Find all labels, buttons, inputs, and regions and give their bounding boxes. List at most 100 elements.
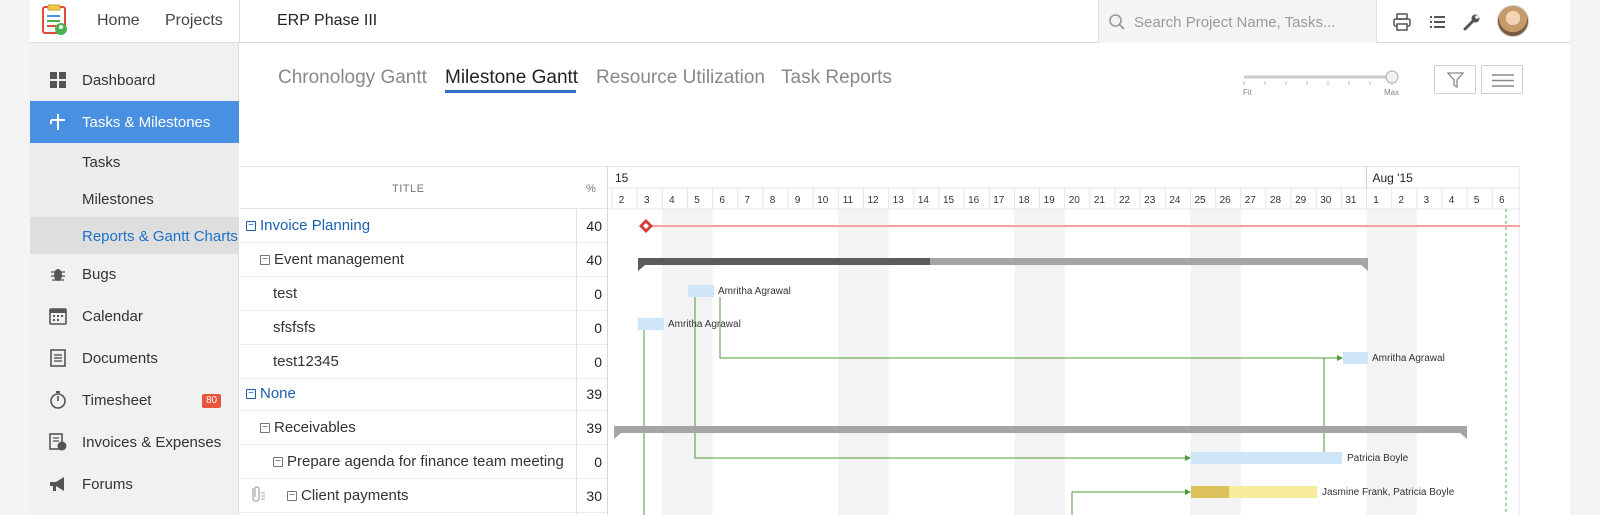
weekend-band	[1014, 209, 1065, 515]
task-progress-bar	[1191, 486, 1229, 498]
day-tick-label: 7	[745, 195, 751, 206]
sidebar-item-bugs[interactable]: Bugs	[30, 253, 239, 295]
row-percent: 0	[594, 286, 602, 302]
grid-row-tasklist[interactable]: − Event management 40	[240, 243, 608, 277]
sidebar-subitem-milestones[interactable]: Milestones	[30, 180, 239, 217]
sidebar-subitem-tasks[interactable]: Tasks	[30, 143, 239, 180]
sidebar-subitem-label: Milestones	[82, 191, 154, 208]
filter-button[interactable]	[1434, 65, 1476, 94]
nav-divider	[239, 0, 240, 43]
row-title[interactable]: test	[273, 285, 297, 302]
search-icon	[1109, 14, 1125, 30]
row-percent: 30	[586, 488, 602, 504]
search-box[interactable]: Search Project Name, Tasks...	[1098, 0, 1377, 43]
grid-row-milestone[interactable]: − Invoice Planning 40	[240, 209, 608, 243]
sidebar-item-dashboard[interactable]: Dashboard	[30, 59, 239, 101]
grid-title-header[interactable]: TITLE	[392, 183, 424, 195]
day-tick-label: 30	[1320, 195, 1332, 206]
row-title[interactable]: None	[260, 385, 296, 402]
grid-row-task[interactable]: sfsfsfs 0	[240, 311, 608, 345]
day-tick-label: 20	[1069, 195, 1081, 206]
day-tick-label: 6	[719, 195, 725, 206]
day-tick-label: 11	[843, 195, 854, 206]
tab-resource-utilization[interactable]: Resource Utilization	[596, 67, 765, 89]
collapse-toggle-icon[interactable]: −	[260, 255, 270, 265]
row-title[interactable]: Prepare agenda for finance team meeting	[287, 453, 564, 470]
wrench-icon[interactable]	[1462, 12, 1482, 32]
zoom-slider-handle	[1385, 70, 1399, 84]
grid-row-task[interactable]: − Client payments 30	[240, 479, 608, 513]
day-tick-label: 12	[868, 195, 880, 206]
grid-header: TITLE %	[240, 166, 608, 209]
search-input[interactable]: Search Project Name, Tasks...	[1134, 14, 1335, 31]
day-tick-label: 13	[893, 195, 905, 206]
task-grid: TITLE % − Invoice Planning 40 − Event ma…	[240, 166, 608, 515]
project-title[interactable]: ERP Phase III	[277, 12, 377, 30]
invoice-icon	[49, 433, 67, 451]
day-tick-label: 17	[993, 195, 1005, 206]
assignee-label: Amritha Agrawal	[718, 286, 791, 297]
hamburger-icon	[1492, 74, 1514, 87]
bug-icon	[51, 269, 65, 281]
month-label: 15	[615, 171, 629, 185]
grid-row-task[interactable]: test12345 0	[240, 345, 608, 379]
calendar-icon	[49, 308, 67, 325]
sidebar-item-forums[interactable]: Forums	[30, 463, 239, 505]
menu-button[interactable]	[1481, 65, 1523, 94]
nav-home-link[interactable]: Home	[97, 12, 140, 30]
zoom-slider[interactable]: Fit Max	[1242, 66, 1405, 96]
collapse-toggle-icon[interactable]: −	[246, 221, 256, 231]
tab-milestone-gantt[interactable]: Milestone Gantt	[445, 67, 578, 89]
print-icon[interactable]	[1392, 12, 1412, 32]
day-tick-label: 3	[644, 195, 650, 206]
megaphone-icon	[50, 477, 64, 491]
weekend-band	[1190, 209, 1241, 515]
collapse-toggle-icon[interactable]: −	[273, 457, 283, 467]
row-percent: 0	[594, 454, 602, 470]
row-title[interactable]: Receivables	[274, 419, 356, 436]
day-tick-label: 29	[1295, 195, 1307, 206]
list-icon[interactable]	[1428, 12, 1448, 32]
month-label: Aug '15	[1373, 171, 1414, 185]
sidebar-item-calendar[interactable]: Calendar	[30, 295, 239, 337]
row-title[interactable]: Invoice Planning	[260, 217, 370, 234]
dependency-line	[694, 297, 1185, 459]
sidebar-item-invoices[interactable]: Invoices & Expenses	[30, 421, 239, 463]
day-tick-label: 5	[1474, 195, 1480, 206]
grid-row-milestone[interactable]: − None 39	[240, 377, 608, 411]
task-bar	[1191, 452, 1342, 464]
row-title[interactable]: Client payments	[301, 487, 409, 504]
sidebar-item-tasks-milestones[interactable]: Tasks & Milestones	[30, 101, 239, 143]
sidebar-item-timesheet[interactable]: Timesheet 80	[30, 379, 239, 421]
collapse-toggle-icon[interactable]: −	[246, 389, 256, 399]
sidebar-item-label: Tasks & Milestones	[82, 114, 211, 131]
assignee-label: Jasmine Frank, Patricia Boyle	[1322, 487, 1455, 498]
grid-percent-header[interactable]: %	[586, 183, 596, 195]
sidebar-item-label: Timesheet	[82, 392, 152, 409]
collapse-toggle-icon[interactable]: −	[287, 491, 297, 501]
nav-projects-link[interactable]: Projects	[165, 12, 223, 30]
row-percent: 0	[594, 320, 602, 336]
app-logo-icon[interactable]	[38, 4, 72, 38]
tasklist-progress-bar	[638, 258, 930, 265]
day-tick-label: 28	[1270, 195, 1282, 206]
sidebar-item-documents[interactable]: Documents	[30, 337, 239, 379]
collapse-toggle-icon[interactable]: −	[260, 423, 270, 433]
day-tick-label: 26	[1220, 195, 1232, 206]
user-avatar[interactable]	[1497, 5, 1529, 37]
row-title[interactable]: Event management	[274, 251, 404, 268]
sidebar-subitem-reports[interactable]: Reports & Gantt Charts	[30, 217, 239, 254]
grid-row-tasklist[interactable]: − Receivables 39	[240, 411, 608, 445]
row-title[interactable]: test12345	[273, 353, 339, 370]
row-title[interactable]: sfsfsfs	[273, 319, 316, 336]
tab-chronology-gantt[interactable]: Chronology Gantt	[278, 67, 427, 89]
attachment-icon[interactable]	[248, 484, 266, 502]
grid-row-task[interactable]: − Prepare agenda for finance team meetin…	[240, 445, 608, 479]
sidebar-item-label: Dashboard	[82, 72, 156, 89]
zoom-max-label: Max	[1384, 88, 1399, 96]
assignee-label: Patricia Boyle	[1347, 453, 1409, 464]
tab-task-reports[interactable]: Task Reports	[781, 67, 892, 89]
row-percent: 0	[594, 354, 602, 370]
grid-row-task[interactable]: test 0	[240, 277, 608, 311]
app-window: Home Projects ERP Phase III Search Proje…	[30, 0, 1570, 515]
